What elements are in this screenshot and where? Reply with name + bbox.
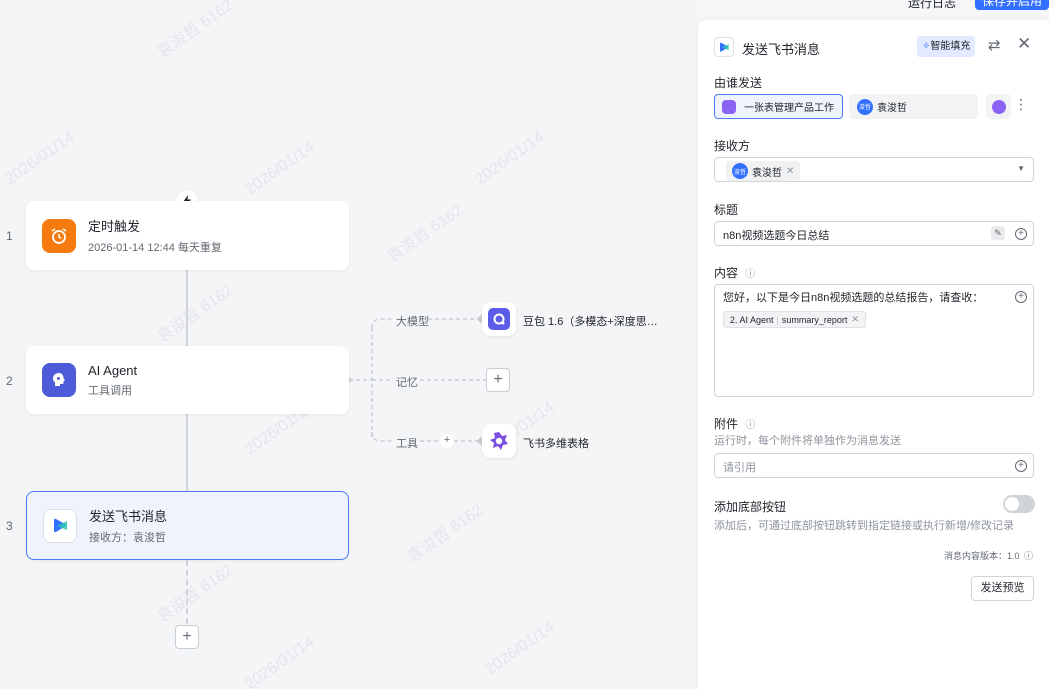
add-variable-icon[interactable]: + (1015, 460, 1027, 472)
panel-title: 发送飞书消息 (742, 42, 821, 57)
bot-switch-icon[interactable] (986, 94, 1011, 119)
node-title: AI Agent (88, 362, 138, 378)
add-memory-button[interactable]: + (486, 368, 510, 392)
node-send-feishu-message[interactable]: 发送飞书消息 接收方：袁浚哲 (26, 491, 349, 560)
bottom-button-label: 添加底部按钮 (714, 500, 787, 514)
node-title: 发送飞书消息 (89, 509, 168, 524)
swap-icon[interactable]: ⇄ (988, 36, 1001, 54)
add-variable-icon[interactable]: + (1015, 291, 1027, 303)
branch-label-tools: 工具 (396, 438, 418, 450)
message-version: 消息内容版本：1.0 ⓘ (943, 551, 1033, 561)
receiver-chip: 浚哲 袁浚哲 ✕ (726, 161, 801, 181)
bitable-icon[interactable] (482, 424, 516, 458)
node-subtitle: 接收方：袁浚哲 (89, 532, 166, 544)
info-icon: ⓘ (745, 269, 756, 280)
step-number: 3 (6, 519, 13, 533)
feishu-message-icon (714, 37, 734, 57)
title-input[interactable]: n8n视频选题今日总结 ✎ + (714, 221, 1034, 246)
attachment-description: 运行时，每个附件将单独作为消息发送 (714, 435, 901, 447)
sender-label: 由谁发送 (714, 76, 763, 90)
add-variable-icon[interactable]: + (1015, 228, 1027, 240)
bot-avatar-icon (722, 99, 736, 114)
avatar: 浚哲 (857, 98, 873, 115)
node-config-panel: 发送飞书消息 ✧智能填充 ⇄ ✕ 由谁发送 一张表管理产品工作 浚哲 袁浚哲 ⋮… (698, 20, 1049, 689)
remove-icon[interactable]: ✕ (786, 166, 794, 177)
agent-brain-icon (42, 363, 76, 397)
workflow-canvas[interactable]: 袁浚哲 6162 2026/01/14 2026/01/14 2026/01/1… (0, 0, 698, 689)
variable-reference-chip[interactable]: 2. AI Agent | summary_report ✕ (723, 311, 866, 328)
node-subtitle: 2026-01-14 12:44 每天重复 (88, 242, 222, 254)
branch-label-model: 大模型 (396, 316, 429, 328)
tool-name: 飞书多维表格 (523, 438, 589, 450)
branch-connectors (343, 314, 486, 446)
run-log-link[interactable]: 运行日志 (908, 0, 956, 11)
add-tool-button[interactable]: + (440, 434, 454, 448)
more-icon[interactable]: ⋮ (1014, 96, 1028, 113)
alarm-clock-icon (42, 218, 76, 253)
save-publish-button[interactable]: 保存并启用 (975, 0, 1049, 10)
node-ai-agent[interactable]: AI Agent 工具调用 (26, 346, 349, 414)
chevron-down-icon: ▼ (1017, 164, 1025, 173)
sender-bot-option[interactable]: 一张表管理产品工作 (714, 94, 843, 119)
content-label: 内容 ⓘ (714, 266, 756, 280)
bottom-button-toggle[interactable] (1003, 495, 1035, 513)
node-subtitle: 工具调用 (88, 384, 132, 397)
close-icon[interactable]: ✕ (1017, 34, 1031, 54)
receiver-label: 接收方 (714, 139, 751, 153)
node-schedule-trigger[interactable]: 定时触发 2026-01-14 12:44 每天重复 (26, 201, 349, 270)
info-icon: ⓘ (1023, 551, 1033, 561)
branch-label-memory: 记忆 (396, 377, 418, 389)
step-number: 2 (6, 374, 13, 388)
sender-user-option[interactable]: 浚哲 袁浚哲 (849, 94, 978, 119)
model-name: 豆包 1.6（多模态+深度思… (523, 316, 658, 328)
send-preview-button[interactable]: 发送预览 (971, 576, 1034, 601)
add-step-button[interactable]: + (175, 625, 199, 649)
content-editor[interactable]: 您好，以下是今日n8n视频选题的总结报告，请查收： 2. AI Agent | … (714, 284, 1034, 397)
feishu-message-icon (43, 508, 77, 543)
avatar: 浚哲 (732, 163, 748, 179)
doubao-model-icon[interactable] (482, 302, 516, 336)
remove-icon[interactable]: ✕ (851, 314, 859, 325)
attachment-label: 附件 ⓘ (714, 417, 756, 431)
bottom-button-description: 添加后，可通过底部按钮跳转到指定链接或执行新增/修改记录 (714, 520, 1015, 532)
info-icon: ⓘ (745, 420, 756, 431)
receiver-select[interactable]: 浚哲 袁浚哲 ✕ ▼ (714, 157, 1034, 182)
magic-wand-icon[interactable]: ✎ (991, 226, 1005, 240)
attachment-input[interactable]: 请引用 + (714, 453, 1034, 478)
content-text: 您好，以下是今日n8n视频选题的总结报告，请查收： (723, 292, 984, 304)
step-number: 1 (6, 229, 13, 243)
node-title: 定时触发 (88, 219, 141, 234)
title-label: 标题 (714, 203, 739, 217)
smart-fill-button[interactable]: ✧智能填充 (917, 36, 976, 57)
